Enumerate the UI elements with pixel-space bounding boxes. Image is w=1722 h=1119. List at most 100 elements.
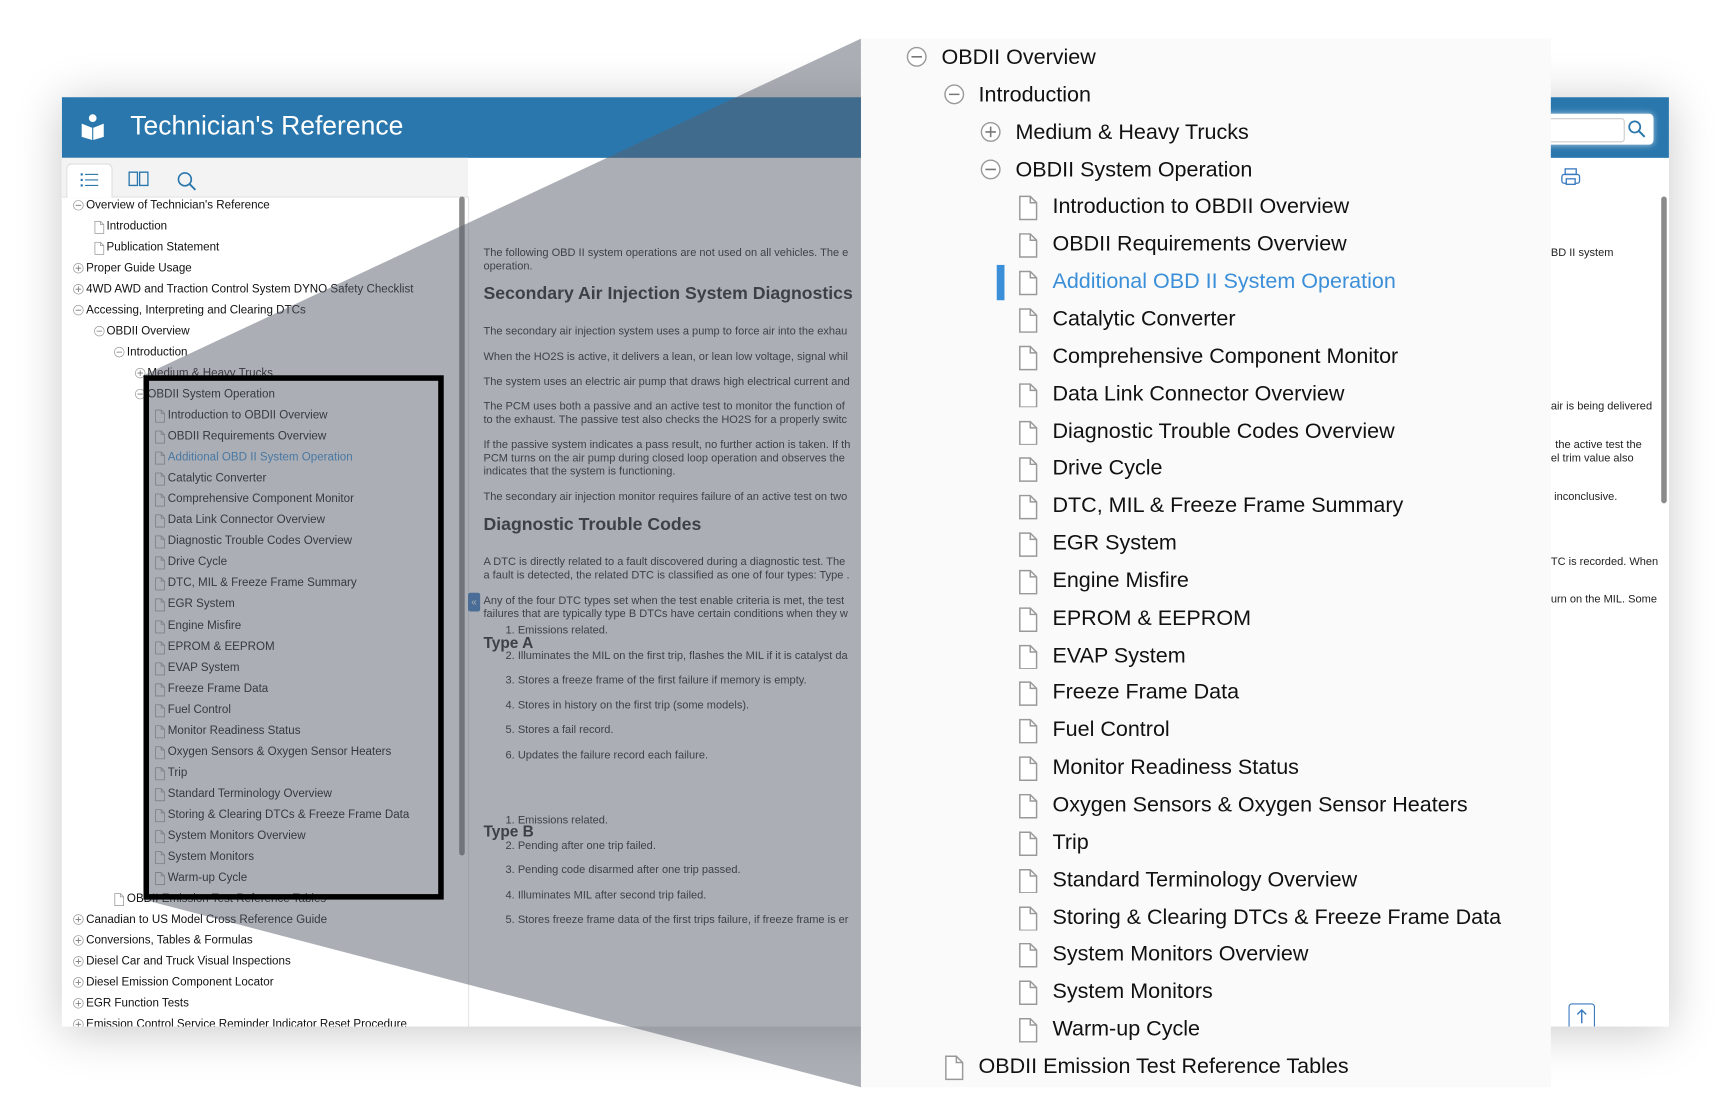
scroll-to-top-button[interactable] [1568,1003,1595,1027]
document-icon [1018,980,1037,1006]
toc-item-label: EPROM & EEPROM [1052,605,1252,630]
toc-item-label: Diagnostic Trouble Codes Overview [1052,418,1395,444]
expand-icon[interactable] [73,1019,84,1027]
toc-item-label: Diesel Emission Component Locator [86,976,274,990]
list-item: 2. Illuminates the MIL on the first trip… [505,649,848,662]
paragraph: When the HO2S is active, it delivers a l… [483,351,848,364]
document-icon [1018,756,1037,782]
document-icon [1018,569,1037,595]
print-icon[interactable] [1561,168,1581,187]
list-icon [80,173,99,187]
expand-icon[interactable] [980,121,1001,142]
expand-icon[interactable] [73,914,84,925]
expand-icon[interactable] [73,998,84,1010]
toc-item-label: Introduction [106,219,168,233]
expand-icon[interactable] [73,935,84,946]
tab-index[interactable] [115,163,159,196]
document-icon [1018,308,1037,333]
screenshot-stage: Technician's Reference Overview of Techn… [0,0,1722,1118]
toc-item-label: DTC, MIL & Freeze Frame Summary [1052,493,1404,518]
document-icon [1018,868,1037,894]
toc-item-label: Fuel Control [1052,717,1170,743]
app-title: Technician's Reference [130,111,404,142]
list-item: 1. Emissions related. [505,814,609,827]
document-icon [114,893,125,907]
search-input[interactable] [1540,118,1625,143]
toc-item-label: Standard Terminology Overview [1052,867,1358,892]
list-item: 4. Stores in history on the first trip (… [505,699,750,712]
paragraph: a fault is detected, the related DTC is … [483,569,850,582]
collapse-icon[interactable] [113,346,125,358]
toc-item-label: Trip [1052,829,1089,855]
toc-item-label: Medium & Heavy Trucks [1015,119,1249,145]
paragraph: to the exhaust. The passive test also ch… [483,413,848,427]
document-icon [1018,831,1037,856]
toc-scrollbar[interactable] [459,196,465,856]
document-icon [1018,420,1037,445]
list-item: 4. Illuminates MIL after second trip fai… [505,889,707,902]
collapse-icon[interactable] [73,304,84,316]
paragraph: The system uses an electric air pump tha… [483,376,850,389]
toc-item-label: Storing & Clearing DTCs & Freeze Frame D… [1052,904,1502,929]
document-icon [1018,906,1037,931]
tab-contents[interactable] [66,163,113,198]
toc-item-label: System Monitors Overview [1052,941,1309,967]
toc-item-label: Emission Control Service Reminder Indica… [86,1018,407,1027]
content-text-fragment: urn on the MIL. Some [1550,593,1657,606]
toc-item-label: Introduction [978,82,1092,107]
toc-item-label: Catalytic Converter [1052,306,1236,332]
toc-item-label: Comprehensive Component Monitor [1052,344,1399,369]
collapse-icon[interactable] [93,325,105,337]
document-icon [1018,270,1037,296]
expand-icon[interactable] [73,283,84,295]
document-icon [1018,345,1037,371]
search-icon[interactable] [1627,119,1647,139]
collapse-icon[interactable] [906,46,927,67]
paragraph: The PCM uses both a passive and an activ… [483,400,845,413]
expand-icon[interactable] [73,262,84,274]
toc-item-label: Data Link Connector Overview [1052,381,1345,406]
list-item: 2. Pending after one trip failed. [505,839,656,852]
toc-item-label: Freeze Frame Data [1052,680,1240,705]
toc-item-label: OBDII Requirements Overview [1052,232,1347,257]
section-heading: Diagnostic Trouble Codes [483,515,702,535]
document-icon [1018,495,1037,520]
arrow-up-icon [1576,1008,1587,1024]
paragraph: Any of the four DTC types set when the t… [483,594,845,608]
toc-item-label: Oxygen Sensors & Oxygen Sensor Heaters [1052,792,1468,817]
toc-item-label: EGR System [1052,530,1177,556]
content-text-fragment: TC is recorded. When [1550,556,1659,569]
list-item: 5. Stores freeze frame data of the first… [505,914,849,927]
tab-search[interactable] [163,163,207,196]
document-icon [1018,196,1037,221]
content-text-fragment: the active test the [1555,439,1642,452]
document-icon [1018,382,1037,408]
expand-icon[interactable] [73,977,84,989]
content-text-fragment: inconclusive. [1554,491,1618,504]
collapse-icon[interactable] [73,199,84,210]
list-item: 1. Emissions related. [505,624,609,637]
collapse-pane-button[interactable]: « [468,592,481,612]
paragraph: PCM turns on the air pump during closed … [483,452,845,465]
paragraph: indicates that the system is functioning… [483,465,676,478]
toc-item-label: Engine Misfire [1052,568,1189,593]
list-item: 3. Stores a freeze frame of the first fa… [505,674,807,687]
toc-item-label: EVAP System [1052,643,1186,668]
expand-icon[interactable] [73,956,84,967]
toc-item-label: Conversions, Tables & Formulas [86,934,253,948]
zoom-highlight-box [143,375,444,900]
content-text-fragment: BD II system [1550,247,1614,260]
toc-item-label: Proper Guide Usage [86,261,192,275]
content-scrollbar[interactable] [1661,196,1667,504]
document-icon [1018,607,1037,632]
list-item: 6. Updates the failure record each failu… [505,749,709,762]
document-icon [1018,793,1037,819]
collapse-icon[interactable] [980,158,1001,179]
collapse-icon[interactable] [943,84,964,105]
magnified-toc-panel: OBDII Overview Introduction Medium & Heavy… [860,38,1551,1088]
document-icon [1018,532,1037,557]
document-icon [1018,644,1037,670]
toc-item-label: Introduction to OBDII Overview [1052,194,1350,219]
section-heading: Secondary Air Injection System Diagnosti… [483,284,853,304]
list-item: 3. Pending code disarmed after one trip … [505,864,741,877]
